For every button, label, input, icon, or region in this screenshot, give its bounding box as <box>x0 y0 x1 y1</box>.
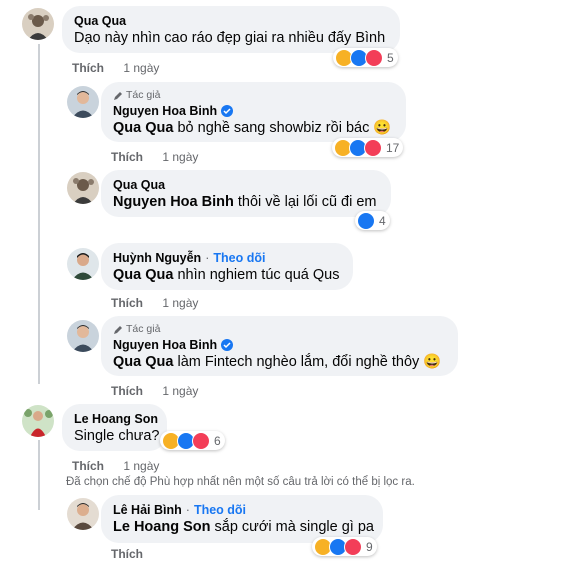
comment-bubble: Tác giả Nguyen Hoa Binh Qua Qua bỏ nghề … <box>101 82 406 142</box>
comment-text: Qua Qua bỏ nghề sang showbiz rồi bác 😀 <box>113 119 394 138</box>
like-button[interactable]: Thích <box>72 459 104 473</box>
thread-line <box>38 440 40 510</box>
comment-bubble: Huỳnh Nguyễn · Theo dõi Qua Qua nhìn ngh… <box>101 243 353 290</box>
pencil-icon <box>114 325 122 334</box>
reaction-count: 4 <box>379 213 386 228</box>
separator-dot: · <box>205 251 210 265</box>
comment-text: Le Hoang Son sắp cưới mà single gì pa <box>113 518 374 537</box>
comment-text: Dạo này nhìn cao ráo đẹp giai ra nhiều đ… <box>74 30 386 46</box>
comment-body: làm Fintech nghèo lắm, đổi nghề thôy <box>177 354 420 370</box>
comment-author[interactable]: Qua Qua <box>113 177 165 193</box>
avatar[interactable] <box>67 320 99 352</box>
like-button[interactable]: Thích <box>111 296 143 310</box>
reaction-summary[interactable]: 6 <box>160 431 225 450</box>
reaction-summary[interactable]: 4 <box>355 211 390 230</box>
comment-text: Nguyen Hoa Binh thôi về lại lối cũ đi em <box>113 193 379 212</box>
like-button[interactable]: Thích <box>111 150 143 164</box>
comment-actions: Thích 1 ngày <box>111 296 198 310</box>
love-reaction-icon <box>192 431 210 450</box>
mention-link[interactable]: Le Hoang Son <box>113 519 210 535</box>
follow-button[interactable]: Theo dõi <box>213 250 265 266</box>
comment-body: thôi về lại lối cũ đi em <box>237 194 377 210</box>
like-button[interactable]: Thích <box>111 384 143 398</box>
comment-bubble: Lê Hải Bình · Theo dõi Le Hoang Son sắp … <box>101 495 383 543</box>
grin-emoji-icon: 😀 <box>373 120 392 136</box>
comment-bubble: Le Hoang Son Single chưa? <box>62 404 167 451</box>
comment-time[interactable]: 1 ngày <box>123 459 159 473</box>
comment-text: Qua Qua nhìn nghiem túc quá Qus <box>113 266 341 285</box>
comment-body: nhìn nghiem túc quá Qus <box>177 267 340 283</box>
follow-button[interactable]: Theo dõi <box>194 502 246 518</box>
love-reaction-icon <box>344 537 362 556</box>
love-reaction-icon <box>364 138 382 157</box>
pencil-icon <box>114 91 122 100</box>
comment-time[interactable]: 1 ngày <box>162 384 198 398</box>
avatar[interactable] <box>22 405 54 437</box>
mention-link[interactable]: Qua Qua <box>113 354 173 370</box>
avatar[interactable] <box>22 8 54 40</box>
verified-badge-icon <box>221 105 234 117</box>
comment-actions: Thích 1 ngày <box>111 384 198 398</box>
reaction-summary[interactable]: 17 <box>332 138 404 157</box>
separator-dot: · <box>185 503 190 517</box>
comment-author[interactable]: Lê Hải Bình <box>113 502 182 518</box>
comment-actions: Thích 1 ngày <box>72 61 159 75</box>
reaction-count: 9 <box>366 539 373 554</box>
reaction-summary[interactable]: 5 <box>333 48 398 67</box>
avatar[interactable] <box>67 248 99 280</box>
author-badge: Tác giả <box>113 89 394 102</box>
comment-actions: Thích <box>111 547 143 561</box>
mention-link[interactable]: Qua Qua <box>113 267 173 283</box>
like-button[interactable]: Thích <box>111 547 143 561</box>
comment-actions: Thích 1 ngày <box>111 150 198 164</box>
verified-badge-icon <box>221 339 234 351</box>
comment-actions: Thích 1 ngày <box>72 459 159 473</box>
comment-body: sắp cưới mà single gì pa <box>214 519 374 535</box>
comment-bubble: Qua Qua Dạo này nhìn cao ráo đẹp giai ra… <box>62 6 400 53</box>
reaction-count: 6 <box>214 433 221 448</box>
reaction-count: 17 <box>386 140 400 155</box>
comment-time[interactable]: 1 ngày <box>162 150 198 164</box>
mention-link[interactable]: Nguyen Hoa Binh <box>113 194 234 210</box>
comment-body: bỏ nghề sang showbiz rồi bác <box>177 120 370 136</box>
comment-author[interactable]: Nguyen Hoa Binh <box>113 103 217 119</box>
comment-author[interactable]: Qua Qua <box>74 13 126 29</box>
avatar[interactable] <box>67 86 99 118</box>
comment-author[interactable]: Nguyen Hoa Binh <box>113 337 217 353</box>
comment-text: Single chưa? <box>74 428 160 444</box>
grin-emoji-icon: 😀 <box>423 354 442 370</box>
author-badge: Tác giả <box>113 323 446 336</box>
mention-link[interactable]: Qua Qua <box>113 120 173 136</box>
comment-author[interactable]: Le Hoang Son <box>74 411 158 427</box>
like-reaction-icon <box>357 211 375 230</box>
reaction-count: 5 <box>387 50 394 65</box>
thread-line <box>38 44 40 384</box>
author-badge-label: Tác giả <box>126 89 161 101</box>
avatar[interactable] <box>67 498 99 530</box>
love-reaction-icon <box>365 48 383 67</box>
comment-text: Qua Qua làm Fintech nghèo lắm, đổi nghề … <box>113 353 446 372</box>
author-badge-label: Tác giả <box>126 323 161 335</box>
avatar[interactable] <box>67 172 99 204</box>
comment-time[interactable]: 1 ngày <box>123 61 159 75</box>
comment-time[interactable]: 1 ngày <box>162 296 198 310</box>
like-button[interactable]: Thích <box>72 61 104 75</box>
comment-author[interactable]: Huỳnh Nguyễn <box>113 250 201 266</box>
reaction-summary[interactable]: 9 <box>312 537 377 556</box>
comment-bubble: Tác giả Nguyen Hoa Binh Qua Qua làm Fint… <box>101 316 458 376</box>
filter-note: Đã chọn chế độ Phù hợp nhất nên một số c… <box>66 476 415 488</box>
comment-bubble: Qua Qua Nguyen Hoa Binh thôi về lại lối … <box>101 170 391 217</box>
